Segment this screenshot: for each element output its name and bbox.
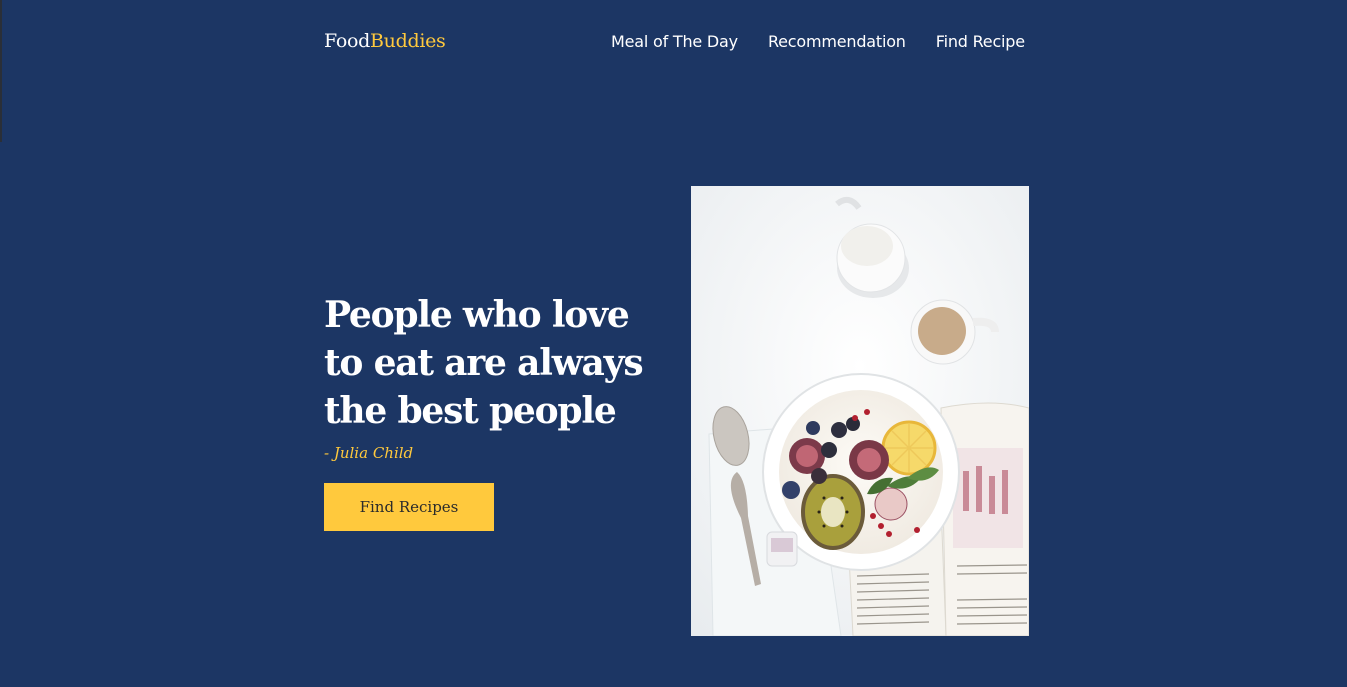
hero-quote-line-1: People who love bbox=[324, 294, 630, 336]
quote-author: - Julia Child bbox=[324, 444, 414, 462]
hero-quote: People who love to eat are always the be… bbox=[324, 291, 664, 435]
page-left-edge bbox=[0, 0, 2, 142]
nav-find-recipe[interactable]: Find Recipe bbox=[936, 32, 1025, 52]
nav-meal-of-the-day[interactable]: Meal of The Day bbox=[611, 32, 738, 52]
food-bowl-photo bbox=[691, 186, 1029, 636]
logo-text-buddies: Buddies bbox=[370, 30, 446, 52]
hero-quote-line-2: to eat are always bbox=[324, 342, 644, 384]
hero-quote-line-3: the best people bbox=[324, 390, 617, 432]
logo-text-food: Food bbox=[324, 30, 370, 52]
find-recipes-button[interactable]: Find Recipes bbox=[324, 483, 494, 531]
site-logo[interactable]: FoodBuddies bbox=[324, 29, 446, 53]
nav-recommendation[interactable]: Recommendation bbox=[768, 32, 906, 52]
main-nav: Meal of The Day Recommendation Find Reci… bbox=[611, 32, 1025, 52]
